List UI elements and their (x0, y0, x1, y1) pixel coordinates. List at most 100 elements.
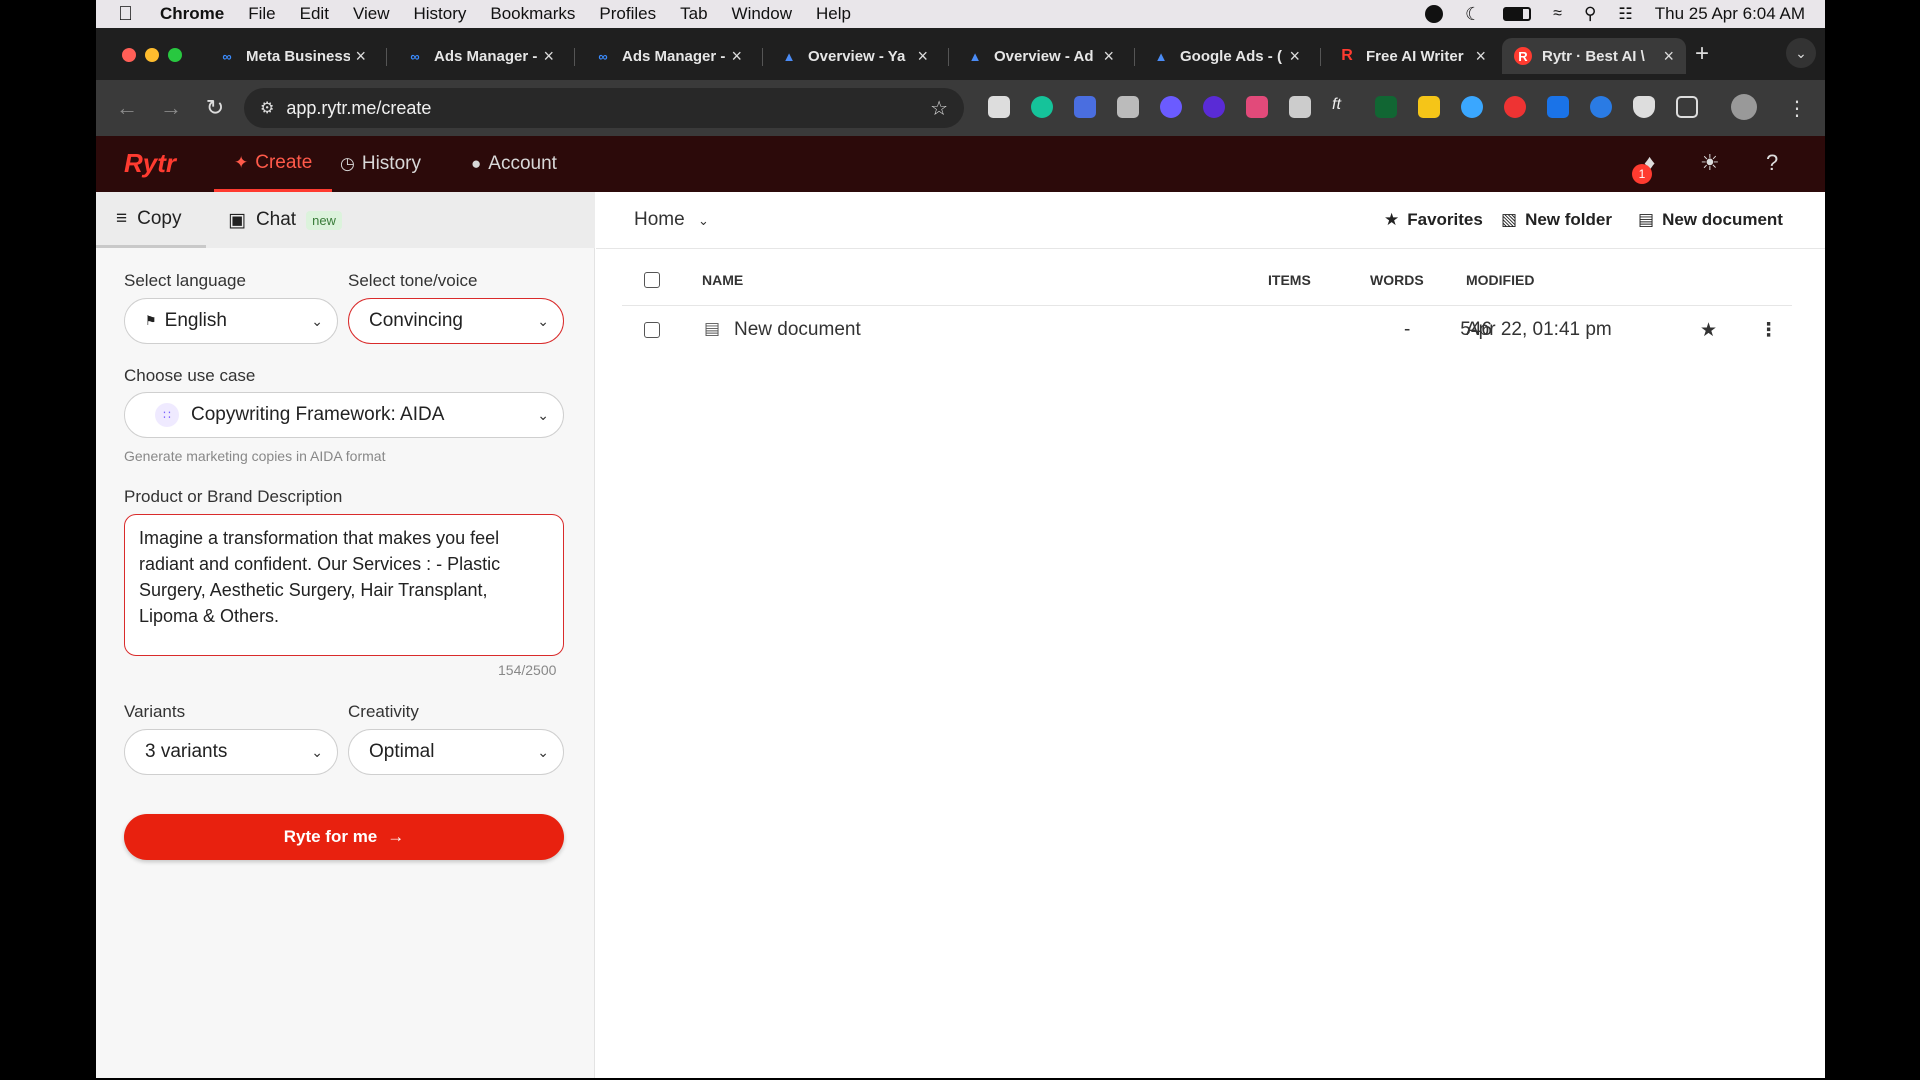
tab-chat[interactable]: ▣ Chat new (228, 192, 342, 248)
kebab-menu-icon[interactable]: ⋮ (1786, 96, 1808, 120)
document-name[interactable]: New document (734, 319, 861, 341)
wifi-icon[interactable]: ≈ (1553, 5, 1562, 23)
row-checkbox[interactable] (644, 322, 660, 338)
control-center-icon[interactable]: ☷ (1618, 4, 1632, 24)
tab-close-icon[interactable]: × (1103, 46, 1114, 67)
back-arrow-icon[interactable]: ← (114, 95, 140, 121)
browser-tab[interactable]: R Free AI Writer × (1326, 38, 1498, 74)
menubar-clock[interactable]: Thu 25 Apr 6:04 AM (1655, 4, 1805, 24)
nav-account[interactable]: ● Account (471, 136, 557, 192)
creativity-select[interactable]: Optimal ⌄ (348, 729, 564, 775)
battery-icon[interactable] (1503, 7, 1532, 21)
favorites-button[interactable]: ★ Favorites (1384, 210, 1483, 230)
menu-window[interactable]: Window (732, 4, 792, 24)
tab-close-icon[interactable]: × (543, 46, 554, 67)
menu-tab[interactable]: Tab (680, 4, 707, 24)
extension-icon[interactable] (1590, 96, 1612, 118)
tab-close-icon[interactable]: × (355, 46, 366, 67)
help-icon[interactable]: ? (1766, 150, 1778, 176)
bookmark-star-icon[interactable]: ☆ (930, 96, 948, 121)
profile-avatar[interactable] (1731, 94, 1757, 120)
tab-close-icon[interactable]: × (731, 46, 742, 67)
tone-select[interactable]: Convincing ⌄ (348, 298, 564, 344)
extension-icon[interactable] (1504, 96, 1526, 118)
grammarly-extension-icon[interactable] (1031, 96, 1053, 118)
new-tab-icon[interactable]: + (1695, 40, 1709, 68)
extension-icon[interactable] (1418, 96, 1440, 118)
tab-close-icon[interactable]: × (917, 46, 928, 67)
column-name[interactable]: NAME (702, 272, 743, 288)
variants-select[interactable]: 3 variants ⌄ (124, 729, 338, 775)
menu-app-name[interactable]: Chrome (160, 4, 224, 24)
row-more-menu-icon[interactable]: ⋮ (1759, 319, 1778, 342)
column-modified[interactable]: MODIFIED (1466, 272, 1534, 288)
nav-history-label: History (361, 153, 421, 174)
camera-extension-icon[interactable] (1289, 96, 1311, 118)
shield-extension-icon[interactable] (1633, 96, 1655, 118)
nav-create[interactable]: ✦ Create (214, 136, 333, 192)
documents-toolbar: Home ⌄ ★ Favorites ▧ New folder ▤ New do… (596, 192, 1825, 249)
minimize-window-button[interactable] (145, 48, 159, 62)
do-not-disturb-icon[interactable]: ☾ (1465, 4, 1481, 25)
tab-search-chevron-icon[interactable]: ⌄ (1786, 38, 1816, 68)
extension-icon[interactable] (1461, 96, 1483, 118)
favorite-star-icon[interactable]: ★ (1700, 319, 1717, 342)
gmail-extension-icon[interactable] (988, 96, 1010, 118)
tab-close-icon[interactable]: × (1663, 46, 1674, 67)
forward-arrow-icon[interactable]: → (158, 95, 184, 121)
extension-icon[interactable] (1203, 96, 1225, 118)
extension-icon[interactable] (1117, 96, 1139, 118)
screen-record-icon[interactable] (1425, 5, 1444, 23)
browser-tab[interactable]: ▲ Overview - Ya × (768, 38, 940, 74)
nav-history[interactable]: ◷ History (340, 136, 421, 192)
tab-close-icon[interactable]: × (1475, 46, 1486, 67)
menu-history[interactable]: History (413, 4, 466, 24)
language-select[interactable]: ⚑ English ⌄ (124, 298, 338, 344)
extension-icon[interactable] (1160, 96, 1182, 118)
ryte-for-me-button[interactable]: Ryte for me → (124, 814, 564, 860)
new-document-button[interactable]: ▤ New document (1638, 210, 1783, 230)
browser-tab[interactable]: ∞ Ads Manager - × (394, 38, 566, 74)
apple-icon[interactable]:  (118, 3, 146, 26)
breadcrumb-home[interactable]: Home ⌄ (634, 209, 709, 231)
close-window-button[interactable] (122, 48, 136, 62)
menu-bookmarks[interactable]: Bookmarks (490, 4, 575, 24)
url-text[interactable]: app.rytr.me/create (286, 98, 431, 119)
extension-icon[interactable] (1246, 96, 1268, 118)
select-all-checkbox[interactable] (644, 272, 660, 288)
tab-title: Rytr · Best AI \ (1542, 47, 1645, 65)
new-folder-button[interactable]: ▧ New folder (1501, 210, 1612, 230)
zoom-window-button[interactable] (168, 48, 182, 62)
meta-icon: ∞ (410, 48, 420, 64)
menu-edit[interactable]: Edit (300, 4, 329, 24)
extension-icon[interactable] (1074, 96, 1096, 118)
browser-tab[interactable]: ∞ Meta Business × (206, 38, 378, 74)
menu-profiles[interactable]: Profiles (599, 4, 656, 24)
function-extension-icon[interactable]: ft (1332, 96, 1354, 118)
address-bar[interactable]: ⚙ app.rytr.me/create ☆ (244, 88, 964, 128)
spotlight-search-icon[interactable]: ⚲ (1584, 4, 1596, 24)
browser-tab[interactable]: ∞ Ads Manager - × (582, 38, 754, 74)
browser-tab[interactable]: ▲ Google Ads - ( × (1140, 38, 1312, 74)
puzzle-extensions-icon[interactable] (1676, 96, 1698, 118)
column-words[interactable]: WORDS (1370, 272, 1424, 288)
tab-close-icon[interactable]: × (1289, 46, 1300, 67)
usecase-select[interactable]: ∷ Copywriting Framework: AIDA ⌄ (124, 392, 564, 438)
site-settings-icon[interactable]: ⚙ (260, 98, 274, 118)
extension-icon[interactable] (1547, 96, 1569, 118)
extension-icon[interactable] (1375, 96, 1397, 118)
rytr-logo[interactable]: Rytr (124, 148, 176, 179)
reload-icon[interactable]: ↻ (202, 95, 228, 121)
tab-title: Ads Manager - (622, 47, 726, 65)
description-textarea[interactable]: Imagine a transformation that makes you … (124, 514, 564, 656)
menu-view[interactable]: View (353, 4, 390, 24)
column-items[interactable]: ITEMS (1268, 272, 1311, 288)
menu-help[interactable]: Help (816, 4, 851, 24)
sun-theme-icon[interactable]: ☀ (1700, 150, 1720, 176)
browser-tab[interactable]: ▲ Overview - Ad × (954, 38, 1126, 74)
chevron-down-icon: ⌄ (697, 213, 709, 228)
browser-tab-active[interactable]: R Rytr · Best AI \ × (1502, 38, 1686, 74)
macos-menubar:  Chrome File Edit View History Bookmark… (96, 0, 1825, 28)
tab-copy[interactable]: ≡ Copy (96, 192, 206, 248)
menu-file[interactable]: File (248, 4, 275, 24)
